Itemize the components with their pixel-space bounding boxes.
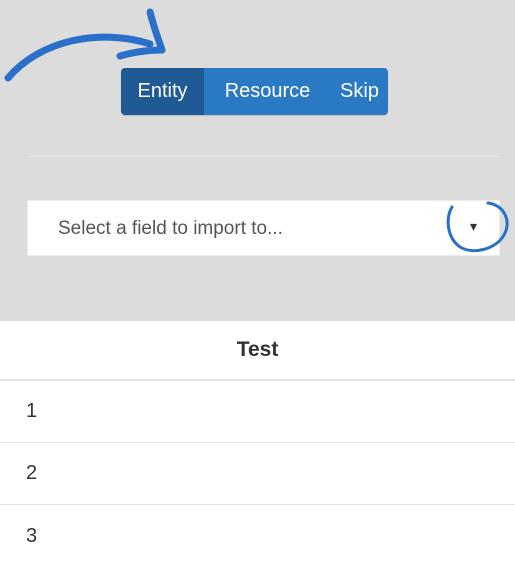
resource-button[interactable]: Resource (204, 68, 331, 115)
chevron-down-icon[interactable]: ▾ (470, 218, 477, 235)
import-mapping-view: Entity Resource Skip Select a field to i… (0, 0, 515, 564)
skip-button[interactable]: Skip (331, 68, 388, 115)
column-header: Test (0, 321, 515, 381)
entity-button[interactable]: Entity (121, 68, 204, 115)
table-row: 1 (0, 381, 515, 443)
field-select-placeholder: Select a field to import to... (58, 218, 283, 239)
table-row: 2 (0, 443, 515, 505)
import-options-panel: Entity Resource Skip Select a field to i… (0, 0, 515, 321)
import-type-button-group: Entity Resource Skip (121, 68, 388, 115)
divider (27, 156, 501, 157)
import-preview-table: Test 1 2 3 (0, 321, 515, 564)
table-row: 3 (26, 524, 38, 547)
field-select[interactable]: Select a field to import to... ▾ (27, 200, 500, 256)
